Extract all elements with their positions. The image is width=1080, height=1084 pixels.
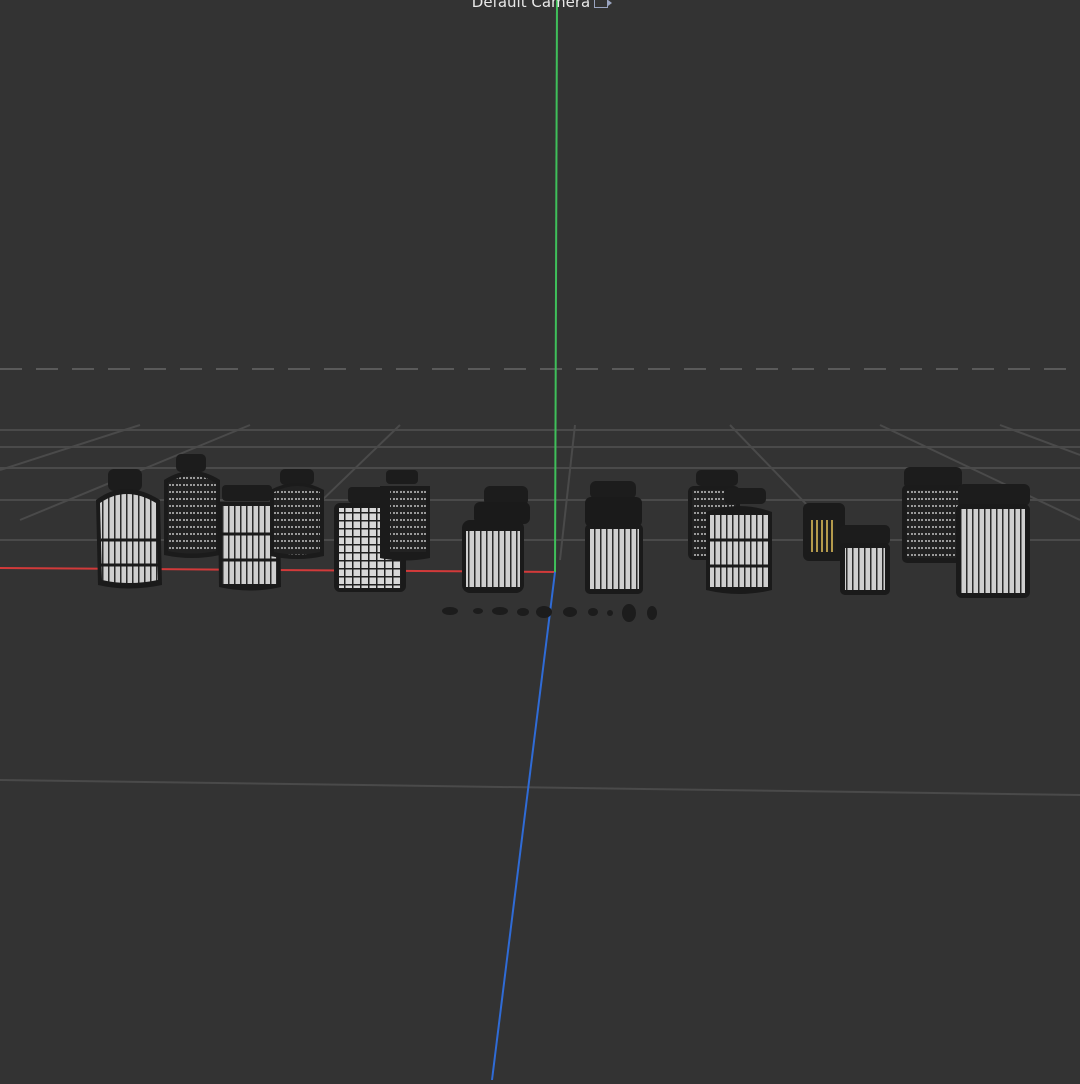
jar-model[interactable] <box>956 484 1030 598</box>
camera-icon[interactable] <box>594 0 613 8</box>
bottle-model[interactable] <box>96 469 162 589</box>
camera-name[interactable]: Default Camera <box>472 0 590 11</box>
z-axis-line <box>491 571 556 1081</box>
3d-viewport[interactable]: Default Camera <box>0 0 1080 1081</box>
bottle-model[interactable] <box>380 470 430 561</box>
jar-model[interactable] <box>902 467 964 563</box>
jar-model[interactable] <box>442 606 613 618</box>
viewport-scene[interactable] <box>0 0 1080 1081</box>
jar-model[interactable] <box>462 486 530 593</box>
jar-model[interactable] <box>585 481 643 594</box>
jar-model[interactable] <box>840 525 890 595</box>
jar-model[interactable] <box>803 503 845 561</box>
camera-label[interactable]: Default Camera <box>0 0 1080 11</box>
jar-model[interactable] <box>622 604 657 622</box>
bottle-model[interactable] <box>270 469 324 559</box>
grid-line <box>0 779 1080 796</box>
bottle-model[interactable] <box>164 454 220 558</box>
y-axis-line <box>554 0 558 573</box>
